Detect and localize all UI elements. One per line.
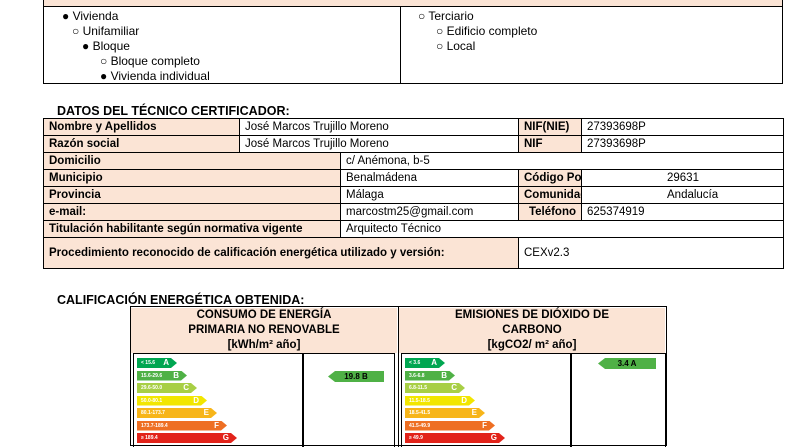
consumo-scale: < 15.6 A 15.6-29.6 B 29.6-50.0 C 50.0-80.1 D 80.… bbox=[133, 353, 303, 447]
label-provincia: Provincia bbox=[43, 186, 341, 204]
emisiones-bar-a: < 3.6 A bbox=[405, 358, 445, 368]
consumo-bar-letter: G bbox=[222, 433, 229, 442]
emisiones-bar-letter: A bbox=[431, 358, 437, 367]
value-nif: 27393698P bbox=[581, 135, 784, 153]
section-title-tecnico: DATOS DEL TÉCNICO CERTIFICADOR: bbox=[57, 104, 290, 118]
option-local: ○ Local bbox=[436, 39, 476, 53]
label-email: e-mail: bbox=[43, 203, 341, 221]
consumo-bar-range: 80.1-173.7 bbox=[141, 410, 165, 416]
value-email: marcostm25@gmail.com bbox=[340, 203, 519, 221]
option-vivienda: ● Vivienda bbox=[62, 9, 119, 23]
label-nif-nie: NIF(NIE) bbox=[518, 118, 582, 136]
option-vivienda-individual: ● Vivienda individual bbox=[100, 69, 210, 83]
emisiones-bar-letter: D bbox=[461, 395, 467, 405]
label-telefono: Teléfono bbox=[518, 203, 582, 221]
building-type-box: ● Vivienda ○ Unifamiliar ● Bloque ○ Bloq… bbox=[43, 7, 783, 84]
emisiones-value-box: 3.4 A bbox=[571, 353, 666, 447]
label-codigo-postal: Código Postal bbox=[518, 169, 582, 187]
consumo-bar-c: 29.6-50.0 C bbox=[137, 383, 197, 393]
consumo-bar-letter: A bbox=[163, 358, 169, 367]
emisiones-bar-letter: B bbox=[441, 370, 447, 380]
emisiones-title-line2: CARBONO bbox=[502, 324, 562, 336]
value-domicilio: c/ Anémona, b-5 bbox=[340, 152, 784, 170]
label-nif: NIF bbox=[518, 135, 582, 153]
consumo-indicator: 19.8 B bbox=[328, 371, 384, 382]
consumo-bar-range: < 15.6 bbox=[141, 360, 156, 366]
emisiones-bar-range: 18.5-41.5 bbox=[409, 410, 431, 416]
rating-panel: CONSUMO DE ENERGÍA PRIMARIA NO RENOVABLE… bbox=[130, 306, 667, 447]
consumo-bar-range: 50.0-80.1 bbox=[141, 397, 163, 404]
consumo-title-line2: PRIMARIA NO RENOVABLE bbox=[188, 324, 340, 336]
consumo-bar-g: ≥ 189.4 G bbox=[137, 433, 237, 443]
emisiones-bar-f: 41.5-49.9 F bbox=[405, 421, 495, 431]
label-nombre: Nombre y Apellidos bbox=[43, 118, 240, 136]
section-title-calificacion: CALIFICACIÓN ENERGÉTICA OBTENIDA: bbox=[57, 293, 305, 307]
option-terciario: ○ Terciario bbox=[418, 9, 474, 23]
emisiones-bar-e: 18.5-41.5 E bbox=[405, 408, 485, 418]
emisiones-bar-letter: E bbox=[471, 408, 477, 417]
emisiones-bar-range: 6.8-11.5 bbox=[409, 385, 428, 391]
emisiones-bar-letter: G bbox=[490, 433, 497, 442]
consumo-bar-letter: B bbox=[173, 370, 179, 380]
consumo-bar-b: 15.6-29.6 B bbox=[137, 371, 187, 381]
emisiones-bar-letter: F bbox=[482, 420, 487, 430]
consumo-bar-letter: D bbox=[193, 395, 199, 405]
value-codigo-postal: 29631 bbox=[581, 169, 784, 187]
emisiones-title-line1: EMISIONES DE DIÓXIDO DE bbox=[455, 309, 609, 321]
top-header-band bbox=[43, 0, 783, 7]
label-titulacion: Titulación habilitante según normativa v… bbox=[43, 220, 341, 238]
consumo-bar-letter: F bbox=[214, 420, 219, 430]
emisiones-header: EMISIONES DE DIÓXIDO DE CARBONO [kgCO2/ … bbox=[399, 308, 665, 353]
value-titulacion: Arquitecto Técnico bbox=[340, 220, 784, 238]
emisiones-bar-c: 6.8-11.5 C bbox=[405, 383, 465, 393]
emisiones-indicator: 3.4 A bbox=[598, 358, 656, 369]
consumo-bar-range: 15.6-29.6 bbox=[141, 372, 163, 379]
consumo-bar-range: 29.6-50.0 bbox=[141, 385, 163, 391]
consumo-bar-letter: C bbox=[183, 383, 189, 392]
value-razon-social: José Marcos Trujillo Moreno bbox=[239, 135, 519, 153]
value-municipio: Benalmádena bbox=[340, 169, 519, 187]
tecnico-table: Nombre y Apellidos José Marcos Trujillo … bbox=[43, 118, 784, 269]
consumo-bar-letter: E bbox=[203, 408, 209, 417]
consumo-bar-range: ≥ 189.4 bbox=[141, 435, 158, 441]
label-comunidad-autonoma: Comunidad Autónoma bbox=[518, 186, 582, 204]
label-domicilio: Domicilio bbox=[43, 152, 341, 170]
emisiones-bar-g: ≥ 49.9 G bbox=[405, 433, 505, 443]
value-telefono: 625374919 bbox=[581, 203, 784, 221]
consumo-value-box: 19.8 B bbox=[303, 353, 395, 447]
option-edificio-completo: ○ Edificio completo bbox=[436, 24, 538, 38]
consumo-bar-d: 50.0-80.1 D bbox=[137, 396, 207, 406]
emisiones-bar-range: ≥ 49.9 bbox=[409, 435, 423, 441]
label-razon-social: Razón social bbox=[43, 135, 240, 153]
value-comunidad-autonoma: Andalucía bbox=[581, 186, 784, 204]
consumo-bar-f: 173.7-189.4 F bbox=[137, 421, 227, 431]
label-municipio: Municipio bbox=[43, 169, 341, 187]
emisiones-bar-d: 11.5-18.5 D bbox=[405, 396, 475, 406]
consumo-unit: [kWh/m² año] bbox=[227, 339, 301, 351]
consumo-bar-a: < 15.6 A bbox=[137, 358, 177, 368]
emisiones-bar-b: 3.6-6.8 B bbox=[405, 371, 455, 381]
column-divider bbox=[400, 7, 401, 83]
emisiones-bar-range: < 3.6 bbox=[409, 360, 421, 366]
emisiones-unit: [kgCO2/ m² año] bbox=[487, 339, 577, 351]
value-nombre: José Marcos Trujillo Moreno bbox=[239, 118, 519, 136]
consumo-bar-range: 173.7-189.4 bbox=[141, 422, 168, 429]
option-bloque-completo: ○ Bloque completo bbox=[100, 54, 200, 68]
value-nif-nie: 27393698P bbox=[581, 118, 784, 136]
consumo-header: CONSUMO DE ENERGÍA PRIMARIA NO RENOVABLE… bbox=[131, 308, 397, 353]
emisiones-bar-range: 11.5-18.5 bbox=[409, 397, 430, 404]
emisiones-scale: < 3.6 A 3.6-6.8 B 6.8-11.5 C 11.5-18.5 D 18.5-41… bbox=[401, 353, 571, 447]
value-provincia: Málaga bbox=[340, 186, 519, 204]
emisiones-bar-range: 3.6-6.8 bbox=[409, 372, 425, 379]
emisiones-bar-letter: C bbox=[451, 383, 457, 392]
option-bloque: ● Bloque bbox=[82, 39, 130, 53]
label-procedimiento: Procedimiento reconocido de calificación… bbox=[43, 237, 519, 269]
value-procedimiento: CEXv2.3 bbox=[518, 237, 784, 269]
option-unifamiliar: ○ Unifamiliar bbox=[72, 24, 140, 38]
consumo-title-line1: CONSUMO DE ENERGÍA bbox=[196, 309, 332, 321]
consumo-bar-e: 80.1-173.7 E bbox=[137, 408, 217, 418]
emisiones-bar-range: 41.5-49.9 bbox=[409, 422, 431, 429]
